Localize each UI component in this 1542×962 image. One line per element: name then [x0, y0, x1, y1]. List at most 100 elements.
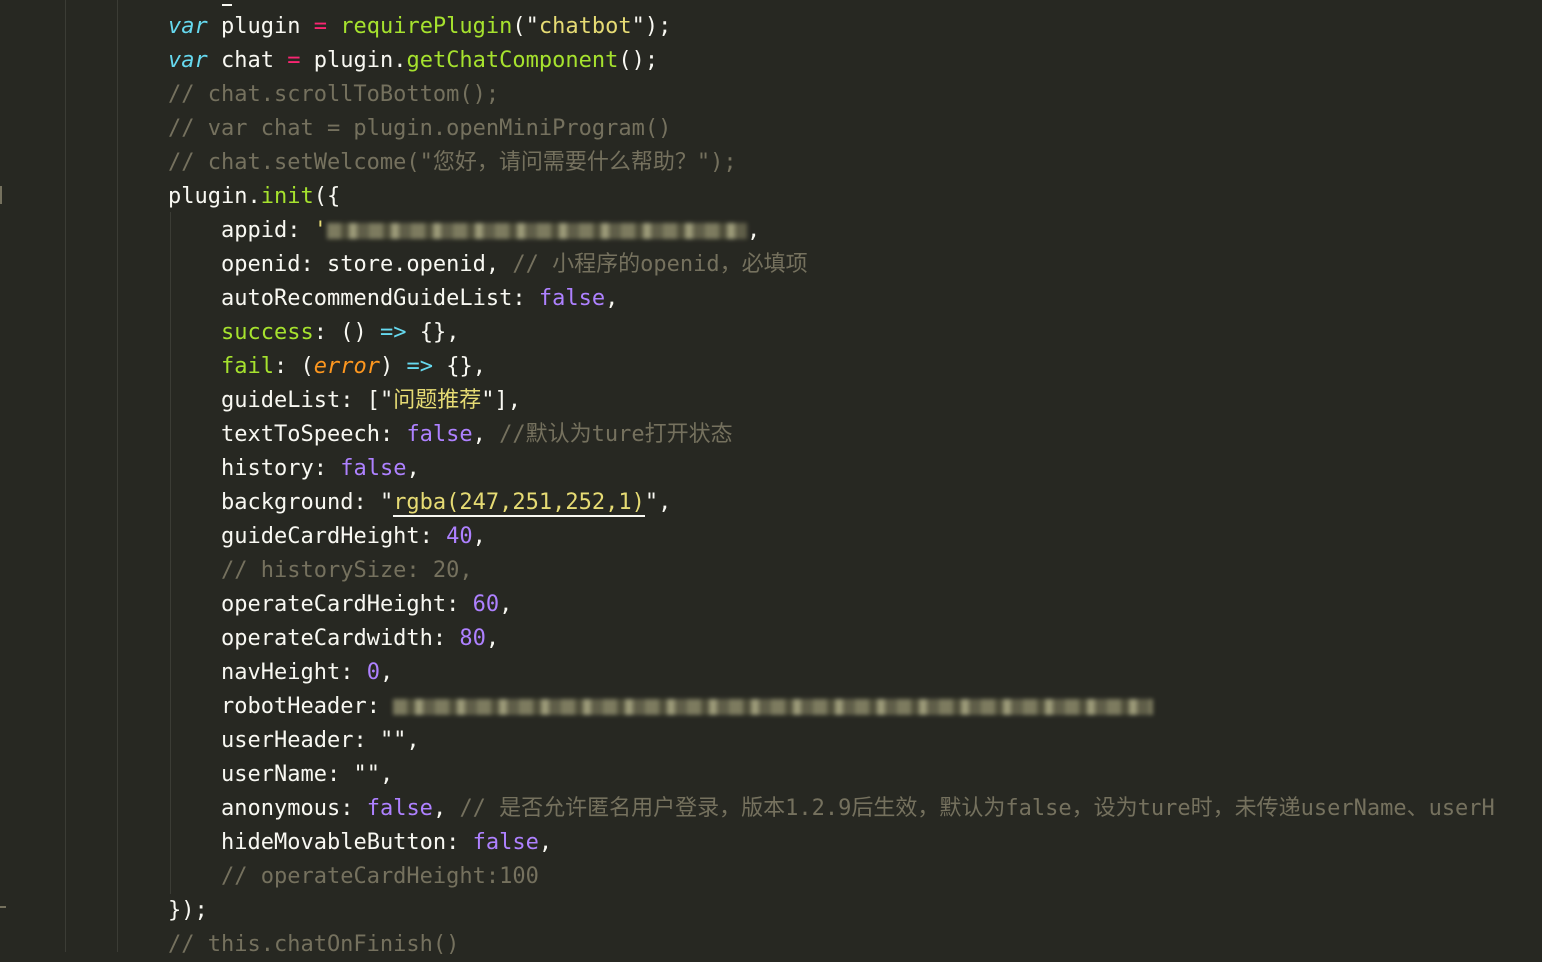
- code-token: background: ": [221, 490, 394, 515]
- code-token: : (: [273, 354, 314, 379]
- code-token: ,: [746, 218, 761, 243]
- code-token: chatbot: [538, 14, 632, 39]
- code-token: // 是否允许匿名用户登录，版本1.2.9后生效，默认为false，设为ture…: [459, 796, 1495, 821]
- code-token: {},: [406, 320, 460, 345]
- code-token: anonymous:: [221, 796, 367, 821]
- code-token: hideMovableButton:: [221, 830, 473, 855]
- code-token: ,: [472, 524, 486, 549]
- code-token: success: [221, 320, 314, 345]
- code-line: navHeight: 0,: [221, 656, 393, 690]
- code-line: autoRecommendGuideList: false,: [221, 282, 618, 316]
- code-token: navHeight:: [221, 660, 367, 685]
- code-token: guideCardHeight:: [221, 524, 447, 549]
- code-token: =>: [379, 320, 407, 345]
- code-token: ",: [644, 490, 672, 515]
- code-token: requirePlugin: [340, 14, 513, 39]
- code-token: =: [287, 48, 301, 73]
- code-token: false: [406, 422, 473, 447]
- code-line: anonymous: false, // 是否允许匿名用户登录，版本1.2.9后…: [221, 792, 1495, 826]
- code-token: getChatComponent: [406, 48, 619, 73]
- code-token: ,: [499, 592, 513, 617]
- code-token: fail: [221, 354, 274, 379]
- indent-guide: [65, 0, 66, 952]
- code-token: // var chat = plugin.openMiniProgram(): [168, 116, 672, 141]
- code-token: false: [366, 796, 433, 821]
- code-token: // 小程序的openid，必填项: [512, 252, 808, 277]
- indent-guide: [170, 212, 171, 894]
- code-line: background: "rgba(247,251,252,1)",: [221, 486, 671, 520]
- code-line: history: false,: [221, 452, 420, 486]
- code-token: robotHeader:: [221, 694, 394, 719]
- gutter-marker: [0, 186, 2, 204]
- code-token: 0: [366, 660, 380, 685]
- code-line: userName: "",: [221, 758, 393, 792]
- code-token: 60: [472, 592, 500, 617]
- code-token: false: [340, 456, 407, 481]
- redacted-value: [326, 223, 747, 239]
- code-token: ,: [406, 456, 420, 481]
- code-token: userHeader: "",: [221, 728, 420, 753]
- code-token: ,: [432, 796, 460, 821]
- code-token: // chat.setWelcome("您好，请问需要什么帮助？");: [168, 150, 737, 175]
- code-token: //默认为ture打开状态: [499, 422, 733, 447]
- code-token: // historySize: 20,: [221, 558, 473, 583]
- indent-guide: [117, 0, 118, 952]
- code-line: hideMovableButton: false,: [221, 826, 552, 860]
- code-token: 40: [446, 524, 473, 549]
- code-token: ({: [313, 184, 341, 209]
- code-token: chat: [207, 48, 288, 73]
- code-token: operateCardwidth:: [221, 626, 460, 651]
- code-token: ();: [618, 48, 659, 73]
- code-line: var chat = plugin.getChatComponent();: [168, 44, 658, 78]
- code-line: });: [168, 894, 208, 928]
- code-token: // operateCardHeight:100: [221, 864, 539, 889]
- code-line: operateCardHeight: 60,: [221, 588, 512, 622]
- code-line: // this.chatOnFinish(): [168, 928, 459, 962]
- code-token: textToSpeech:: [221, 422, 407, 447]
- code-line: textToSpeech: false, //默认为ture打开状态: [221, 418, 733, 452]
- code-line: // chat.scrollToBottom();: [168, 78, 499, 112]
- code-token: plugin.: [300, 48, 407, 73]
- code-token: (": [512, 14, 539, 39]
- code-line: userHeader: "",: [221, 724, 420, 758]
- code-token: ,: [605, 286, 619, 311]
- code-token: ,: [472, 422, 500, 447]
- code-token: init: [260, 184, 314, 209]
- code-line: openid: store.openid, // 小程序的openid，必填项: [221, 248, 808, 282]
- code-line: fail: (error) => {},: [221, 350, 486, 384]
- gutter-marker: [0, 906, 6, 908]
- code-token: ,: [379, 660, 394, 685]
- code-token: });: [168, 898, 208, 923]
- code-token: ': [313, 218, 327, 243]
- code-token: operateCardHeight:: [221, 592, 473, 617]
- code-line: var plugin = requirePlugin("chatbot");: [168, 10, 671, 44]
- code-line: // operateCardHeight:100: [221, 860, 539, 894]
- code-token: plugin: [207, 14, 314, 39]
- code-token: history:: [221, 456, 341, 481]
- code-token: ,: [485, 626, 500, 651]
- code-token: 问题推荐: [393, 388, 482, 413]
- code-token: "],: [481, 388, 521, 413]
- code-token: =>: [406, 354, 433, 379]
- code-token: rgba(247,251,252,1): [393, 490, 645, 517]
- code-line: success: () => {},: [221, 316, 459, 350]
- code-line: robotHeader:: [221, 690, 1154, 724]
- code-token: guideList: [": [221, 388, 394, 413]
- code-token: var: [168, 48, 208, 73]
- code-token: false: [472, 830, 539, 855]
- code-token: false: [538, 286, 606, 311]
- code-token: // chat.scrollToBottom();: [168, 82, 500, 107]
- code-token: error: [313, 354, 380, 379]
- code-line: // chat.setWelcome("您好，请问需要什么帮助？");: [168, 146, 737, 180]
- code-token: // this.chatOnFinish(): [168, 932, 460, 957]
- code-line: // historySize: 20,: [221, 554, 473, 588]
- code-token: appid:: [221, 218, 314, 243]
- redacted-value: [393, 699, 1154, 715]
- code-token: ,: [538, 830, 553, 855]
- code-token: userName: "",: [221, 762, 394, 787]
- code-line: operateCardwidth: 80,: [221, 622, 499, 656]
- code-token: ");: [631, 14, 672, 39]
- code-line: appid: ',: [221, 214, 760, 248]
- code-token: =: [313, 14, 327, 39]
